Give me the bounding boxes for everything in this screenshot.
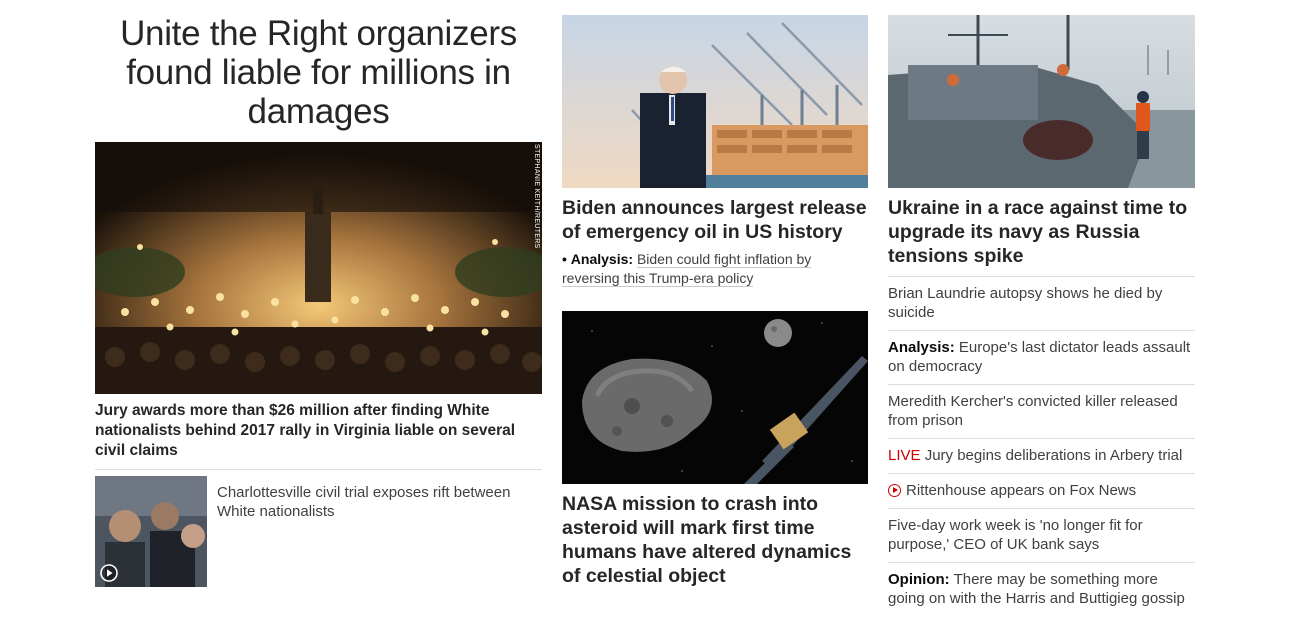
related-story[interactable]: Charlottesville civil trial exposes rift… xyxy=(95,476,542,587)
asteroid-spacecraft-illustration xyxy=(562,311,868,484)
biden-analysis[interactable]: • Analysis: Biden could fight inflation … xyxy=(562,250,868,288)
image-credit: STEPHANIE KEITH/REUTERS xyxy=(533,144,540,249)
list-item[interactable]: Opinion: There may be something more goi… xyxy=(888,562,1195,616)
biden-headline-link[interactable]: Biden announces largest release of emerg… xyxy=(562,196,868,244)
list-item[interactable]: Five-day work week is 'no longer fit for… xyxy=(888,508,1195,562)
nasa-story-image[interactable] xyxy=(562,311,868,484)
nasa-headline[interactable]: NASA mission to crash into asteroid will… xyxy=(562,492,868,588)
list-item[interactable]: Meredith Kercher's convicted killer rele… xyxy=(888,384,1195,438)
list-item[interactable]: Analysis: Europe's last dictator leads a… xyxy=(888,330,1195,384)
live-badge: LIVE xyxy=(888,447,921,464)
navy-ship-photo xyxy=(888,15,1195,188)
torch-rally-photo xyxy=(95,142,542,394)
list-item-text[interactable]: Rittenhouse appears on Fox News xyxy=(906,482,1136,499)
ukraine-headline-link[interactable]: Ukraine in a race against time to upgrad… xyxy=(888,196,1195,268)
play-circle-icon[interactable] xyxy=(100,564,118,582)
biden-story-image[interactable] xyxy=(562,15,868,188)
lead-headline-link[interactable]: Unite the Right organizers found liable … xyxy=(95,14,542,131)
analysis-label: Analysis: xyxy=(570,251,634,267)
list-item[interactable]: Rittenhouse appears on Fox News xyxy=(888,473,1195,508)
ukraine-story-image[interactable] xyxy=(888,15,1195,188)
lead-image[interactable]: STEPHANIE KEITH/REUTERS xyxy=(95,142,542,394)
middle-column: Biden announces largest release of emerg… xyxy=(562,15,868,588)
bullet: • xyxy=(562,251,567,267)
list-item-text[interactable]: Meredith Kercher's convicted killer rele… xyxy=(888,393,1178,429)
right-column: Ukraine in a race against time to upgrad… xyxy=(888,15,1195,616)
play-circle-icon xyxy=(888,484,901,497)
lead-headline[interactable]: Unite the Right organizers found liable … xyxy=(95,14,542,131)
biden-port-photo xyxy=(562,15,868,188)
ukraine-headline[interactable]: Ukraine in a race against time to upgrad… xyxy=(888,196,1195,268)
lead-story: Unite the Right organizers found liable … xyxy=(95,14,542,587)
related-video-thumbnail[interactable] xyxy=(95,476,207,587)
lead-caption[interactable]: Jury awards more than $26 million after … xyxy=(95,401,542,461)
list-item[interactable]: Brian Laundrie autopsy shows he died by … xyxy=(888,276,1195,330)
list-item-text[interactable]: Jury begins deliberations in Arbery tria… xyxy=(925,447,1183,464)
list-item-text[interactable]: Five-day work week is 'no longer fit for… xyxy=(888,517,1143,553)
list-item-label: Analysis: xyxy=(888,339,955,356)
nasa-headline-link[interactable]: NASA mission to crash into asteroid will… xyxy=(562,492,868,588)
list-item-text[interactable]: Brian Laundrie autopsy shows he died by … xyxy=(888,285,1162,321)
divider xyxy=(95,469,542,470)
list-item-label: Opinion: xyxy=(888,571,950,588)
headline-list: Brian Laundrie autopsy shows he died by … xyxy=(888,276,1195,616)
lead-caption-link[interactable]: Jury awards more than $26 million after … xyxy=(95,401,542,461)
biden-headline[interactable]: Biden announces largest release of emerg… xyxy=(562,196,868,244)
list-item[interactable]: LIVE Jury begins deliberations in Arbery… xyxy=(888,438,1195,473)
related-story-text[interactable]: Charlottesville civil trial exposes rift… xyxy=(217,483,542,587)
